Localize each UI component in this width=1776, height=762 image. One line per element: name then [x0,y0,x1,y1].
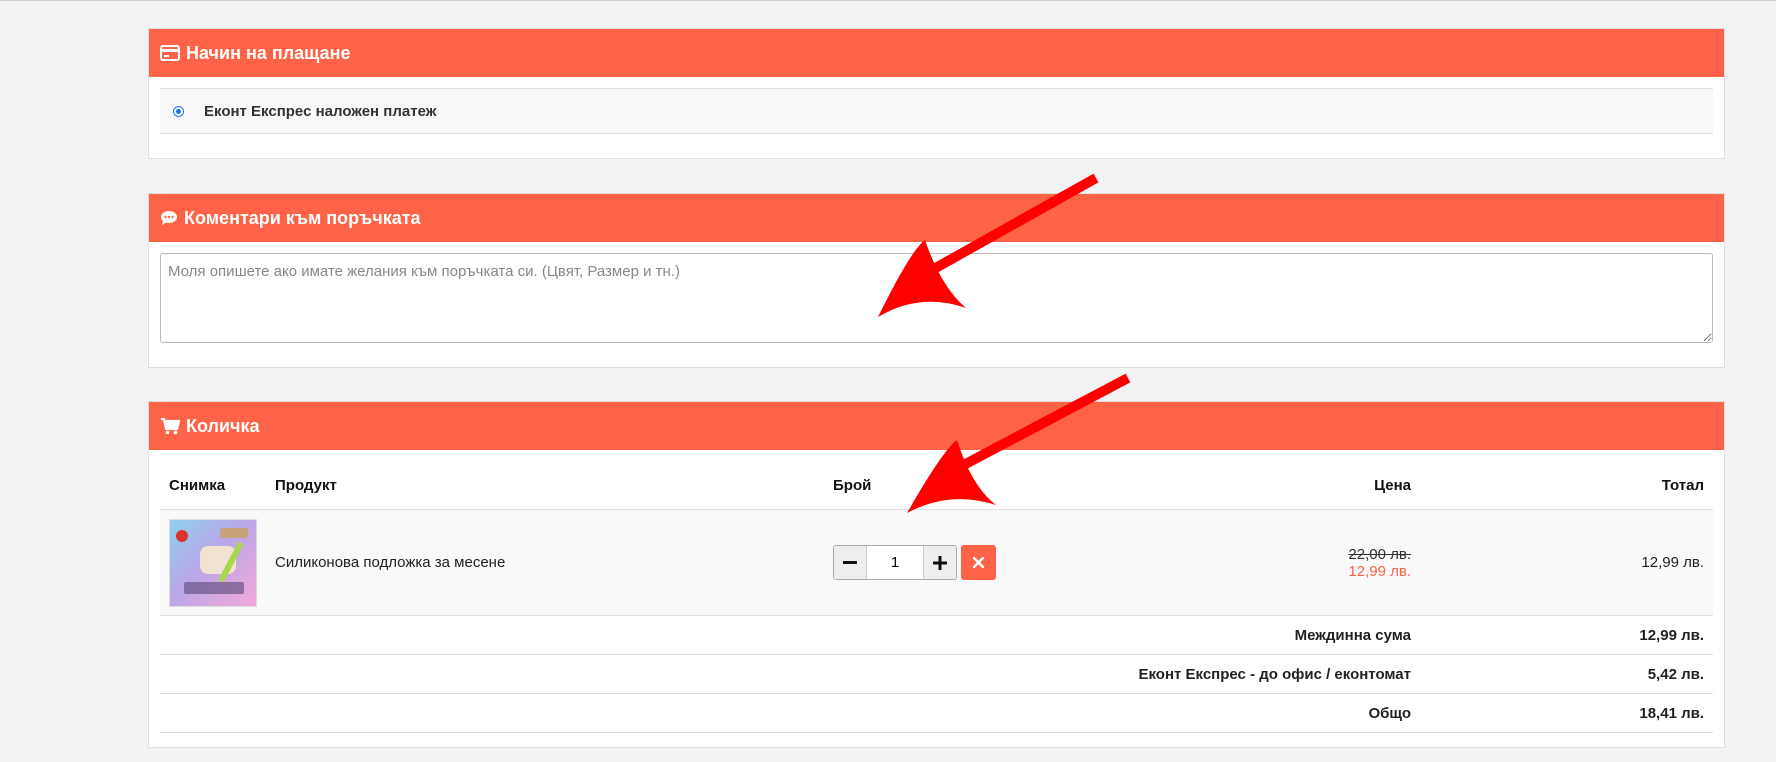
column-header-photo: Снимка [160,461,266,510]
cart-header-row: Снимка Продукт Брой Цена Тотал [160,461,1713,510]
old-price: 22,00 лв. [1348,545,1411,563]
payment-panel-title: Начин на плащане [186,42,351,63]
summary-label: Еконт Експрес - до офис / еконтомат [160,654,1420,694]
comments-panel-title: Коментари към поръчката [184,207,421,228]
cart-panel-header: Количка [149,402,1724,450]
product-thumbnail[interactable] [169,518,257,607]
cart-table: Снимка Продукт Брой Цена Тотал Силиконов… [160,461,1713,733]
payment-panel-header: Начин на плащане [149,29,1724,77]
speech-bubble-icon [161,211,177,225]
close-icon [973,557,984,568]
summary-row-total: Общо 18,41 лв. [160,693,1713,733]
payment-panel: Начин на плащане Еконт Експрес наложен п… [148,28,1725,159]
cart-panel: Количка Снимка Продукт Брой Цена Тотал С… [148,401,1725,748]
credit-card-icon [160,45,180,61]
payment-option-econt-cod[interactable]: Еконт Експрес наложен платеж [160,88,1713,134]
column-header-product: Продукт [266,461,824,510]
minus-icon [843,560,857,564]
top-border [0,0,1776,1]
payment-option-radio[interactable] [173,105,184,117]
summary-value: 18,41 лв. [1420,693,1713,733]
summary-value: 5,42 лв. [1420,654,1713,694]
summary-label: Междинна сума [160,615,1420,655]
shopping-cart-icon [161,417,180,435]
summary-value: 12,99 лв. [1420,615,1713,655]
remove-item-button[interactable] [961,545,996,580]
increase-quantity-button[interactable] [924,546,956,579]
product-name[interactable]: Силиконова подложка за месене [266,509,824,616]
cart-panel-title: Количка [186,415,260,436]
payment-option-label: Еконт Експрес наложен платеж [204,102,437,120]
order-comments-input[interactable] [160,253,1713,343]
summary-row-shipping: Еконт Експрес - до офис / еконтомат 5,42… [160,654,1713,694]
cart-item-row: Силиконова подложка за месене 1 22,00 лв… [160,509,1713,616]
decrease-quantity-button[interactable] [834,546,866,579]
quantity-input[interactable] [866,546,924,579]
column-header-price: Цена [1072,461,1420,510]
item-total: 12,99 лв. [1420,509,1713,616]
summary-row-subtotal: Междинна сума 12,99 лв. [160,615,1713,655]
plus-icon [933,555,947,570]
comments-panel-header: Коментари към поръчката [149,194,1724,242]
column-header-total: Тотал [1420,461,1713,510]
quantity-stepper [833,545,1063,580]
column-header-qty: Брой [824,461,1072,510]
summary-label: Общо [160,693,1420,733]
discount-price: 12,99 лв. [1348,562,1411,580]
comments-panel: Коментари към поръчката [148,193,1725,368]
